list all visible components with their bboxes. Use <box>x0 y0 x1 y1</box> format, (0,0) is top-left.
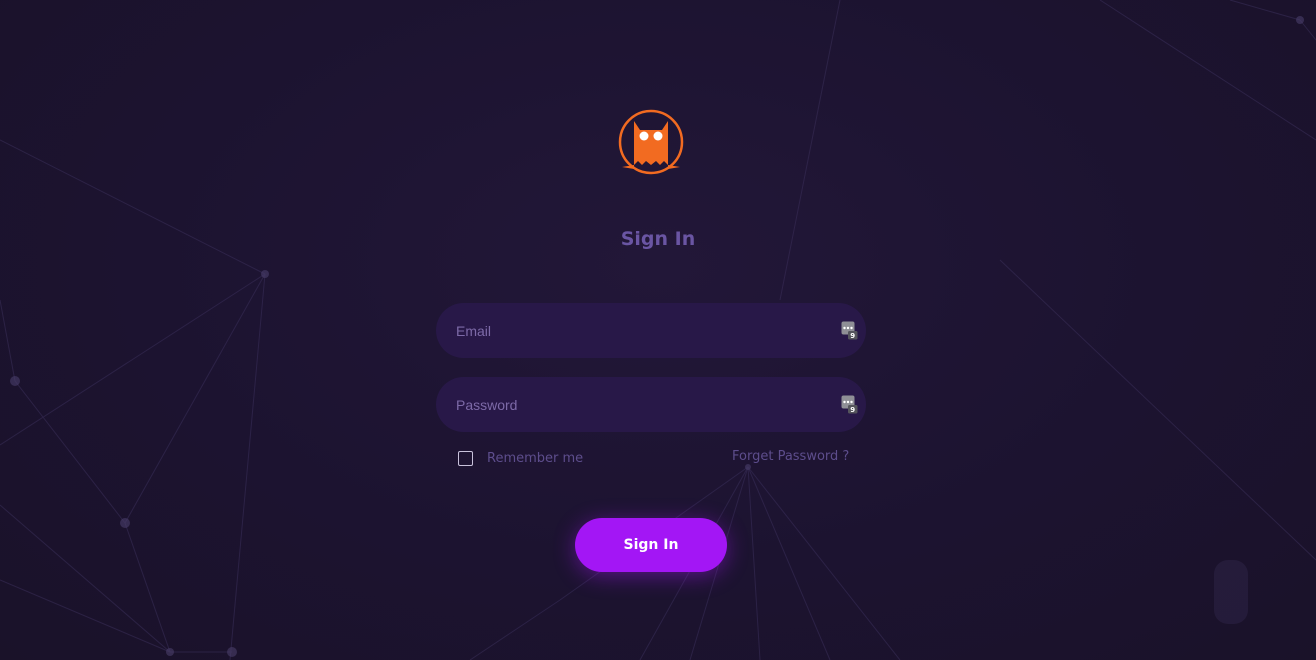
svg-text:9: 9 <box>850 406 855 414</box>
password-field-wrapper: 9 <box>436 377 866 432</box>
password-manager-icon[interactable]: 9 <box>841 321 858 340</box>
password-manager-icon[interactable]: 9 <box>841 395 858 414</box>
remember-me-checkbox[interactable] <box>458 450 473 466</box>
owl-logo-icon <box>618 109 684 175</box>
forgot-password-link[interactable]: Forget Password ? <box>732 449 849 464</box>
login-page: Sign In 9 9 Remember me Forget Password … <box>0 0 1316 660</box>
remember-me-control[interactable]: Remember me <box>458 449 583 467</box>
svg-text:9: 9 <box>850 332 855 340</box>
sign-in-button[interactable]: Sign In <box>575 518 727 572</box>
email-field-wrapper: 9 <box>436 303 866 358</box>
email-input[interactable] <box>436 303 866 358</box>
page-title: Sign In <box>620 228 696 250</box>
password-input[interactable] <box>436 377 866 432</box>
remember-me-label: Remember me <box>487 450 584 466</box>
